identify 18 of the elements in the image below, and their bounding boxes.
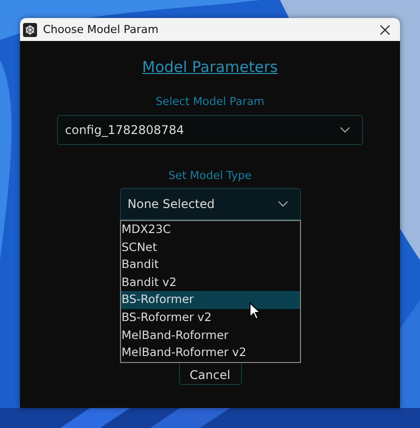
- field-label: Select Model Param: [156, 95, 264, 108]
- model-type-dropdown[interactable]: None Selected: [120, 188, 300, 220]
- dropdown-option[interactable]: Bandit: [120, 256, 300, 274]
- dropdown-option[interactable]: Bandit v2: [120, 274, 300, 292]
- app-icon: [23, 22, 37, 36]
- dropdown-option[interactable]: BS-Roformer v2: [120, 308, 300, 327]
- cursor-icon: [248, 302, 260, 320]
- dropdown-option[interactable]: MDX23C: [120, 221, 300, 239]
- heading-link[interactable]: Model Parameters: [142, 58, 278, 76]
- dropdown-option[interactable]: BS-Roformer: [120, 291, 300, 309]
- chevron-icon: [278, 201, 288, 207]
- dropdown-option[interactable]: SCNet: [120, 238, 300, 256]
- field-label: Set Model Type: [168, 169, 252, 182]
- chevron-icon: [340, 127, 350, 133]
- window-title: Choose Model Param: [43, 23, 160, 36]
- dropdown-option[interactable]: MelBand-Roformer: [120, 326, 300, 344]
- close-icon[interactable]: [380, 24, 390, 34]
- model-param-dropdown[interactable]: config_1782808784: [57, 115, 363, 145]
